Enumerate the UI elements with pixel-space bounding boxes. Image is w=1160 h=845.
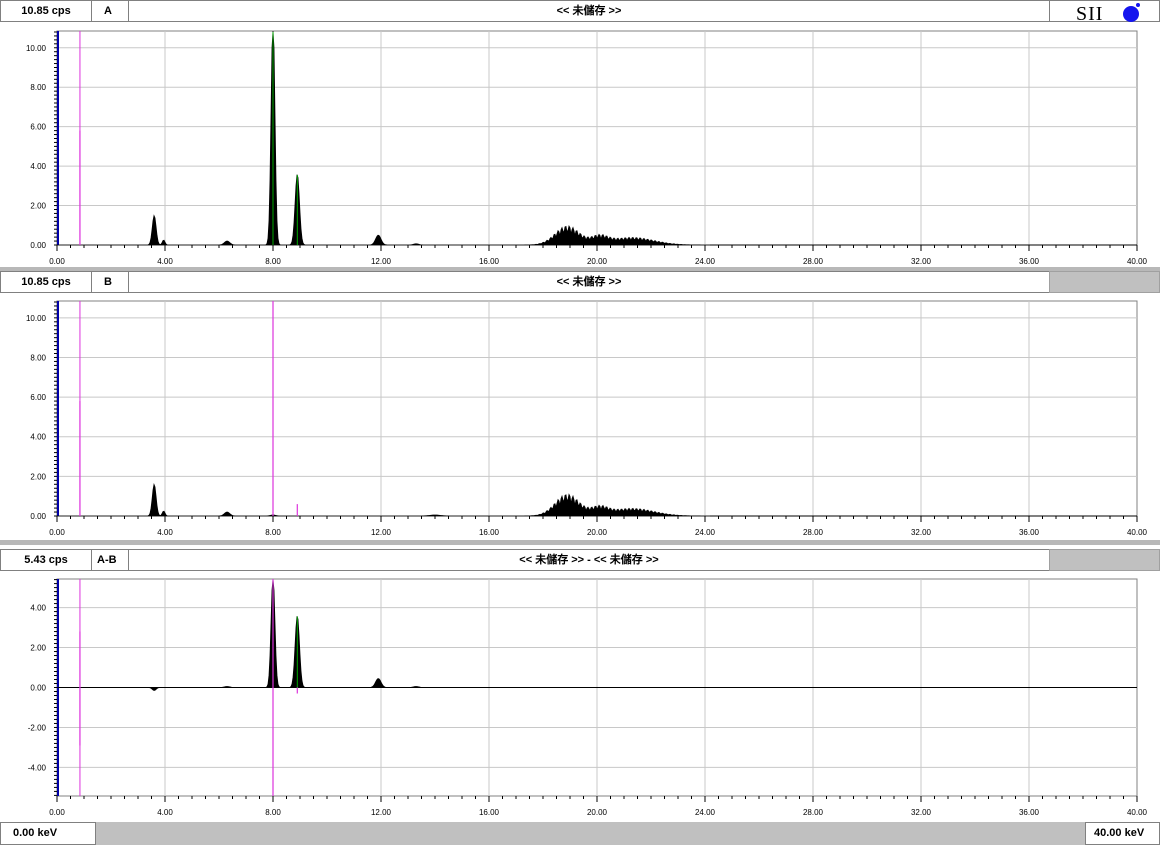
y-tick-label: 8.00	[30, 353, 46, 362]
x-tick-label: 0.00	[49, 257, 65, 266]
spectrum-name: A	[91, 0, 129, 22]
x-tick-label: 28.00	[803, 808, 824, 817]
x-tick-label: 16.00	[479, 257, 500, 266]
x-tick-label: 0.00	[49, 808, 65, 817]
x-tick-label: 36.00	[1019, 808, 1040, 817]
x-tick-label: 32.00	[911, 257, 932, 266]
y-tick-label: 4.00	[30, 162, 46, 171]
y-tick-label: 2.00	[30, 644, 46, 653]
y-tick-label: 4.00	[30, 433, 46, 442]
x-tick-label: 20.00	[587, 528, 608, 537]
x-tick-label: 32.00	[911, 808, 932, 817]
y-tick-label: 8.00	[30, 83, 46, 92]
spectrum-plot-b[interactable]: 0.00 4.00 8.00 12.00 16.00 20.00 24.00 28.00 32.…	[0, 294, 1160, 540]
x-tick-label: 4.00	[157, 808, 173, 817]
x-tick-label: 24.00	[695, 528, 716, 537]
y-tick-label: 0.00	[30, 684, 46, 693]
x-tick-label: 32.00	[911, 528, 932, 537]
y-tick-label: -2.00	[28, 723, 47, 732]
spectrum-plot-a[interactable]: 0.00 4.00 8.00 12.00 16.00 20.00 24.00 28.00 32.…	[0, 23, 1160, 268]
x-tick-label: 8.00	[265, 257, 281, 266]
x-tick-label: 20.00	[587, 808, 608, 817]
panel-divider[interactable]	[0, 540, 1160, 545]
y-tick-label: 0.00	[30, 512, 46, 521]
y-tick-label: 6.00	[30, 123, 46, 132]
y-tick-label: 4.00	[30, 604, 46, 613]
y-tick-label: 0.00	[30, 241, 46, 250]
energy-range-bar[interactable]: 0.00 keV 40.00 keV	[0, 822, 1160, 845]
y-tick-label: 6.00	[30, 393, 46, 402]
header-filler	[1049, 549, 1160, 571]
panel-a-header: 10.85 cps A << 未儲存 >> SII	[0, 0, 1160, 25]
x-tick-label: 24.00	[695, 808, 716, 817]
x-tick-label: 12.00	[371, 808, 392, 817]
y-tick-label: 10.00	[26, 44, 47, 53]
x-tick-label: 28.00	[803, 528, 824, 537]
scale-label: 10.85 cps	[0, 0, 92, 22]
range-end-label: 40.00 keV	[1085, 822, 1160, 845]
x-tick-label: 12.00	[371, 528, 392, 537]
x-tick-label: 12.00	[371, 257, 392, 266]
scale-label: 5.43 cps	[0, 549, 92, 571]
x-tick-label: 0.00	[49, 528, 65, 537]
spectrum-title: << 未儲存 >>	[128, 0, 1050, 22]
panel-b-header: 10.85 cps B << 未儲存 >>	[0, 271, 1160, 295]
y-tick-label: 10.00	[26, 314, 47, 323]
spectrum-plot-ab[interactable]: 0.00 4.00 8.00 12.00 16.00 20.00 24.00 28.00 32.…	[0, 572, 1160, 822]
y-tick-label: 2.00	[30, 472, 46, 481]
sii-logo: SII	[1049, 0, 1160, 25]
spectrum-name: B	[91, 271, 129, 293]
x-tick-label: 4.00	[157, 528, 173, 537]
logo-dot-small-icon	[1136, 3, 1140, 7]
spectrum-title: << 未儲存 >> - << 未儲存 >>	[128, 549, 1050, 571]
y-tick-label: 2.00	[30, 202, 46, 211]
x-tick-label: 8.00	[265, 528, 281, 537]
x-tick-label: 36.00	[1019, 528, 1040, 537]
x-tick-label: 8.00	[265, 808, 281, 817]
x-tick-label: 28.00	[803, 257, 824, 266]
x-tick-label: 40.00	[1127, 808, 1148, 817]
logo-dot-icon	[1123, 6, 1139, 22]
panel-ab-header: 5.43 cps A-B << 未儲存 >> - << 未儲存 >>	[0, 549, 1160, 573]
spectrum-name: A-B	[91, 549, 129, 571]
range-start-label: 0.00 keV	[0, 822, 96, 845]
x-tick-label: 40.00	[1127, 257, 1148, 266]
x-tick-label: 20.00	[587, 257, 608, 266]
x-tick-label: 16.00	[479, 528, 500, 537]
y-tick-label: -4.00	[28, 763, 47, 772]
x-tick-label: 40.00	[1127, 528, 1148, 537]
scale-label: 10.85 cps	[0, 271, 92, 293]
x-tick-label: 36.00	[1019, 257, 1040, 266]
x-tick-label: 24.00	[695, 257, 716, 266]
x-tick-label: 16.00	[479, 808, 500, 817]
header-filler	[1049, 271, 1160, 293]
x-tick-label: 4.00	[157, 257, 173, 266]
spectrum-title: << 未儲存 >>	[128, 271, 1050, 293]
